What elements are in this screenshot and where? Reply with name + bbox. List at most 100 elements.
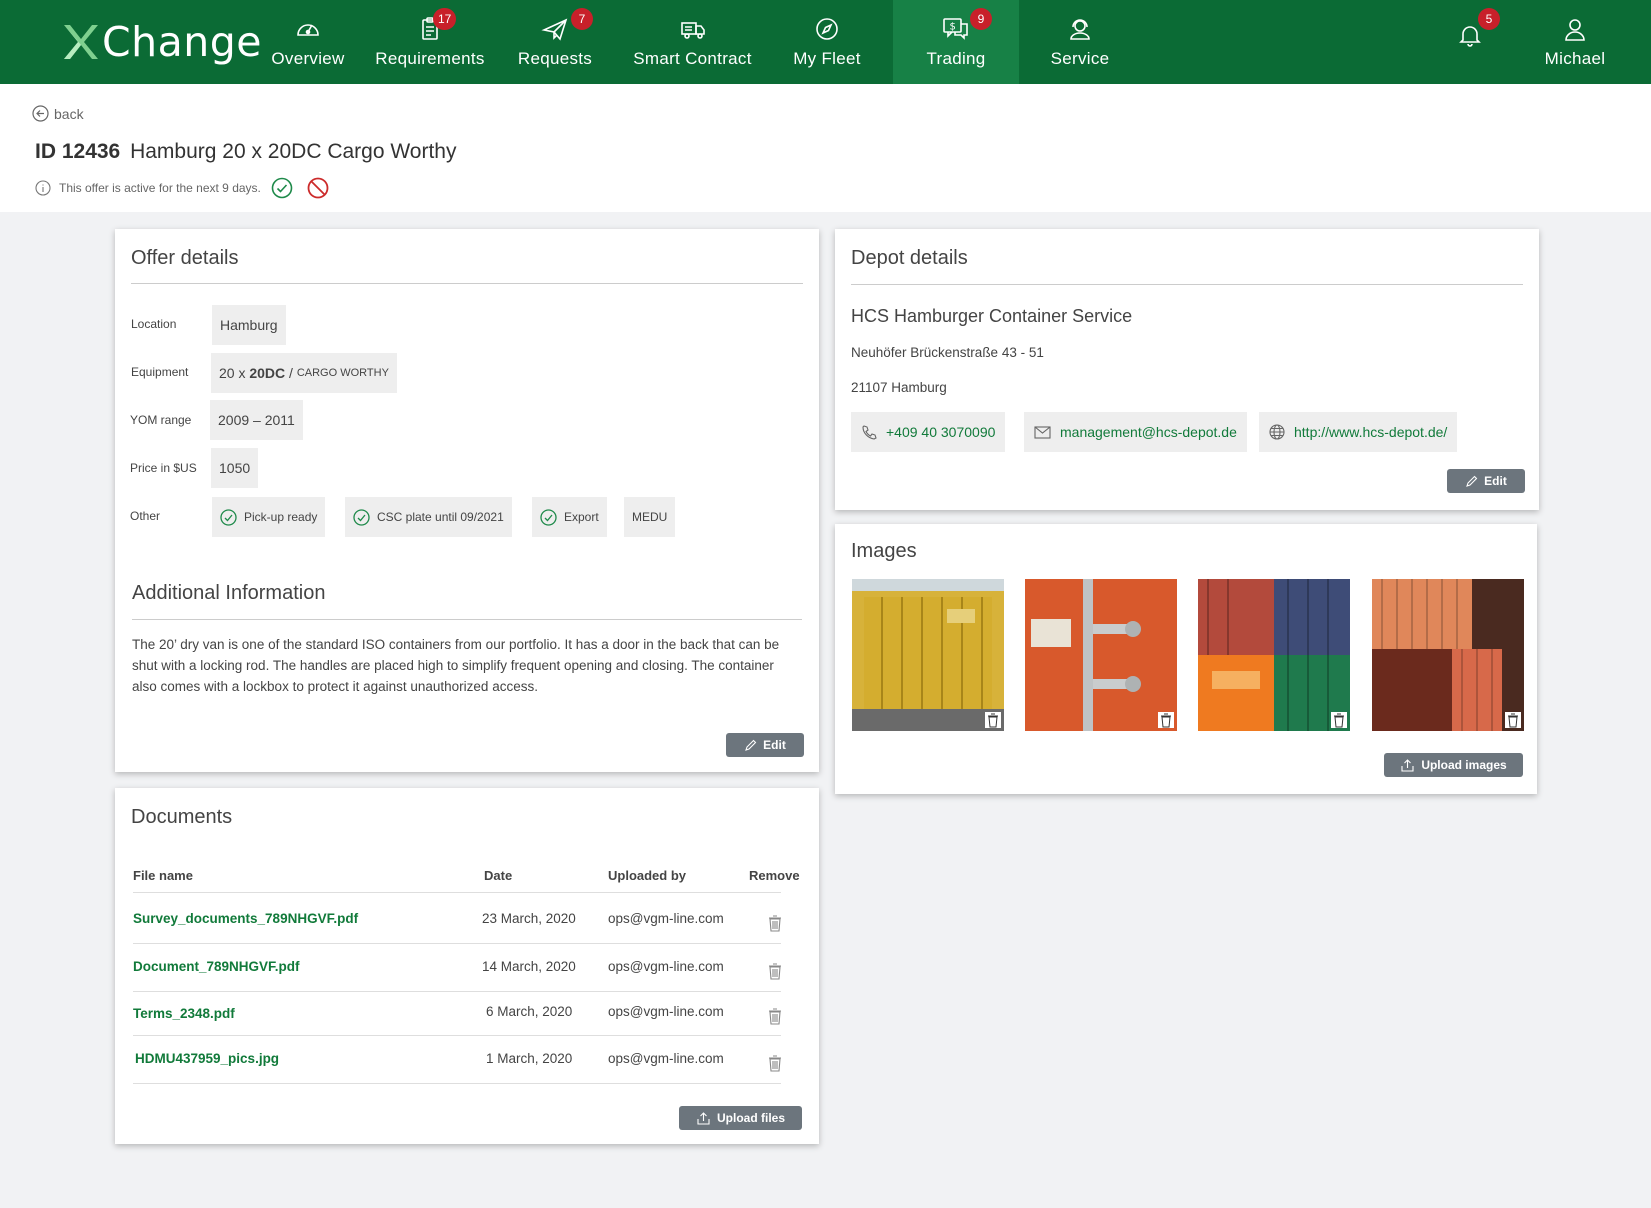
trading-badge: 9 (970, 8, 992, 30)
col-file-name: File name (133, 868, 193, 883)
delete-document-icon[interactable] (767, 962, 783, 980)
user-icon (1565, 19, 1585, 41)
headset-icon (1070, 19, 1090, 40)
edit-depot-button[interactable]: Edit (1447, 469, 1525, 493)
red-container-door-picture (1025, 579, 1177, 731)
col-date: Date (484, 868, 513, 883)
yellow-container-picture (852, 597, 1004, 731)
price-value: 1050 (211, 448, 259, 488)
depot-email[interactable]: management@hcs-depot.de (1024, 412, 1247, 452)
location-value: Hamburg (212, 305, 286, 345)
delete-image-icon[interactable] (1157, 711, 1175, 729)
delete-image-icon[interactable] (984, 711, 1002, 729)
container-image-2[interactable] (1025, 579, 1177, 731)
col-uploaded-by: Uploaded by (608, 868, 687, 883)
upload-label: Upload files (716, 1111, 785, 1125)
edit-offer-button[interactable]: Edit (726, 733, 804, 757)
doc-file-link[interactable]: Terms_2348.pdf (133, 1006, 235, 1021)
depot-website[interactable]: http://www.hcs-depot.de/ (1259, 412, 1458, 452)
container-image-4[interactable] (1372, 579, 1524, 731)
pencil-icon (745, 739, 757, 751)
upload-icon (697, 1112, 710, 1125)
upload-images-button[interactable]: Upload images (1384, 753, 1523, 777)
stacked-containers-picture (1198, 579, 1350, 731)
delete-document-icon[interactable] (767, 914, 783, 932)
depot-name: HCS Hamburger Container Service (851, 306, 1133, 326)
nav-service[interactable]: Service (1040, 0, 1120, 84)
notifications-badge: 5 (1478, 8, 1500, 30)
pencil-icon (1466, 475, 1478, 487)
requirements-badge: 17 (433, 8, 457, 30)
check-circle-icon (540, 508, 557, 526)
mail-icon (1034, 425, 1051, 439)
doc-date: 6 March, 2020 (486, 1004, 573, 1019)
yom-label: YOM range (130, 413, 192, 427)
nav-my-fleet[interactable]: My Fleet (782, 0, 872, 84)
nav-overview[interactable]: Overview (258, 0, 358, 84)
offer-details-title: Offer details (131, 247, 239, 269)
offer-title: Hamburg 20 x 20DC Cargo Worthy (130, 140, 457, 163)
website-text: http://www.hcs-depot.de/ (1294, 424, 1448, 440)
container-image-1[interactable] (852, 579, 1004, 731)
edit-label: Edit (1484, 474, 1507, 488)
depot-details-card: Depot details HCS Hamburger Container Se… (835, 229, 1539, 510)
edit-label: Edit (763, 738, 786, 752)
equipment-type: 20DC (249, 365, 286, 381)
delete-document-icon[interactable] (767, 1054, 783, 1072)
upload-label: Upload images (1421, 758, 1507, 772)
top-nav: Change Overview Requirements 17 Requests… (0, 0, 1651, 84)
delete-document-icon[interactable] (767, 1007, 783, 1025)
delete-image-icon[interactable] (1504, 711, 1522, 729)
check-circle-icon (353, 508, 370, 526)
doc-file-link[interactable]: HDMU437959_pics.jpg (135, 1051, 279, 1066)
accept-check-icon[interactable] (271, 177, 293, 199)
header-divider (133, 892, 781, 893)
tag-label: CSC plate until 09/2021 (377, 510, 504, 524)
doc-date: 1 March, 2020 (486, 1051, 573, 1066)
doc-date: 23 March, 2020 (482, 911, 576, 926)
back-label: back (54, 105, 84, 122)
depot-details-title: Depot details (851, 247, 968, 269)
gauge-icon (297, 24, 319, 36)
yom-value: 2009 – 2011 (210, 400, 303, 440)
container-yard-picture (1372, 579, 1524, 731)
decline-block-icon[interactable] (307, 177, 329, 199)
row-divider (133, 1035, 781, 1036)
container-image-3[interactable] (1198, 579, 1350, 731)
row-divider (133, 991, 781, 992)
doc-uploader: ops@vgm-line.com (608, 1051, 724, 1066)
equipment-value: 20 x 20DC / Cargo Worthy (211, 353, 397, 393)
brand-logo[interactable]: Change (62, 18, 262, 66)
equipment-condition: Cargo Worthy (296, 367, 389, 379)
row-divider (133, 943, 781, 944)
documents-title: Documents (131, 806, 233, 828)
nav-label: Requirements (375, 49, 485, 68)
doc-file-link[interactable]: Document_789NHGVF.pdf (133, 959, 300, 974)
equipment-qty: 20 x (219, 365, 250, 381)
delete-image-icon[interactable] (1330, 711, 1348, 729)
depot-phone[interactable]: +409 40 3070090 (851, 412, 1006, 452)
notifications-button[interactable]: 5 (1450, 0, 1500, 84)
paper-plane-icon (541, 18, 568, 41)
phone-text: +409 40 3070090 (886, 424, 996, 440)
offer-details-card: Offer details Location Hamburg Equipment… (115, 229, 819, 772)
phone-icon (862, 425, 877, 440)
doc-file-link[interactable]: Survey_documents_789NHGVF.pdf (133, 911, 358, 926)
info-icon (35, 180, 51, 196)
row-divider (133, 1083, 781, 1084)
user-name: Michael (1544, 49, 1606, 68)
nav-label: Requests (517, 49, 593, 68)
images-title: Images (851, 540, 917, 562)
tag-label: Export (564, 510, 599, 524)
upload-files-button[interactable]: Upload files (679, 1106, 802, 1130)
nav-trading[interactable]: $ Trading 9 (893, 0, 1019, 84)
nav-requirements[interactable]: Requirements 17 (355, 0, 505, 84)
back-link[interactable]: back (32, 105, 84, 122)
nav-smart-contract[interactable]: Smart Contract (625, 0, 760, 84)
nav-label: My Fleet (793, 49, 861, 68)
page-header: back ID 12436 Hamburg 20 x 20DC Cargo Wo… (0, 84, 1651, 212)
nav-label: Overview (271, 49, 345, 68)
requests-badge: 7 (571, 8, 593, 30)
nav-requests[interactable]: Requests 7 (505, 0, 605, 84)
user-menu[interactable]: Michael (1540, 0, 1610, 84)
